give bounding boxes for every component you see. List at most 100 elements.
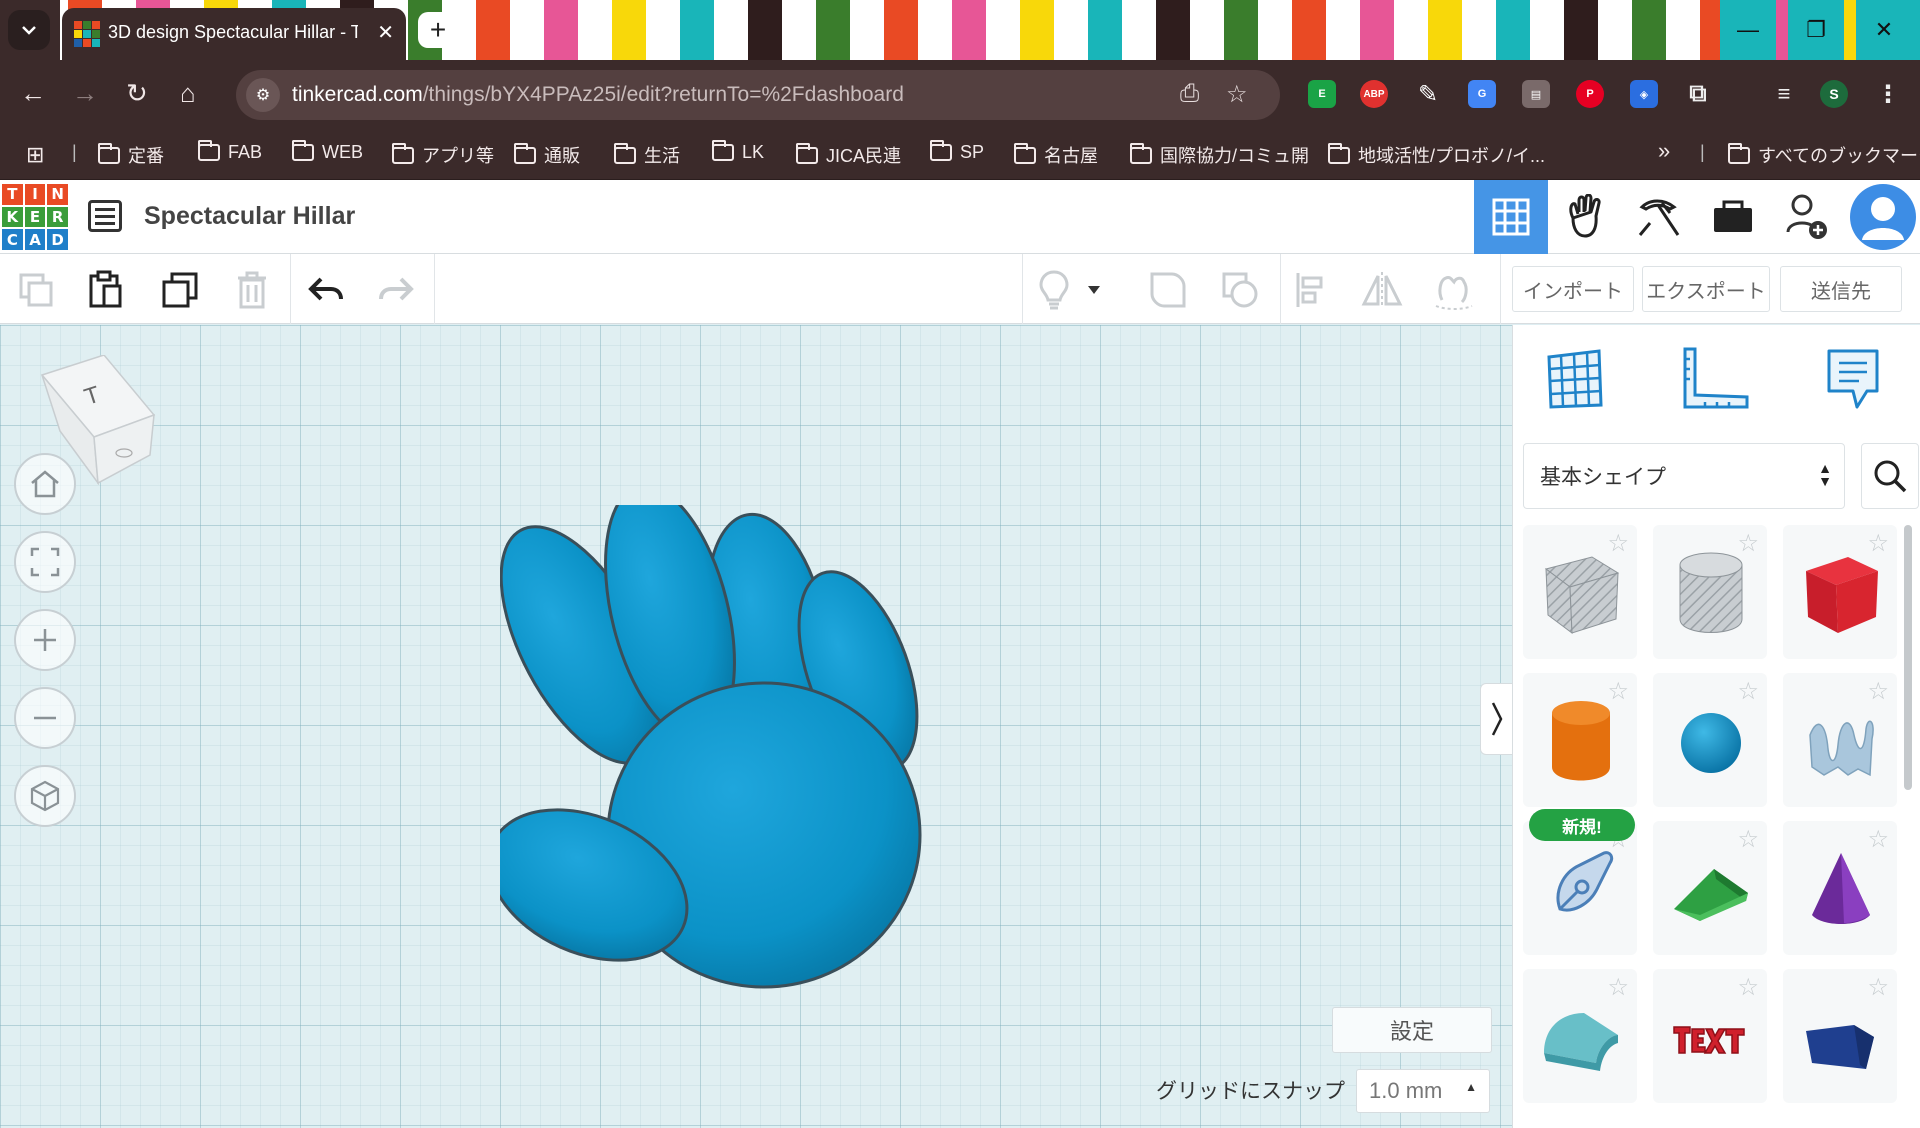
site-info-icon[interactable]: ⚙ [246, 78, 280, 112]
bookmark-folder[interactable]: 名古屋 [1014, 142, 1098, 168]
bookmark-label: LK [742, 142, 765, 162]
zoom-in-button[interactable] [14, 609, 76, 671]
shape-round-roof[interactable]: ☆ [1523, 969, 1637, 1103]
close-window-icon[interactable]: ✕ [1856, 0, 1912, 60]
cruise-button[interactable] [1432, 268, 1476, 312]
shape-roof[interactable]: ☆ [1653, 821, 1767, 955]
reading-list-icon[interactable]: ≡ [1770, 80, 1798, 108]
bookmark-folder[interactable]: LK [712, 140, 765, 163]
collapse-panel-button[interactable] [1480, 683, 1512, 755]
delete-button[interactable] [230, 268, 274, 312]
light-bulb-button[interactable] [1032, 268, 1076, 312]
back-icon[interactable]: ← [20, 78, 46, 108]
extensions-puzzle-icon[interactable]: ⧉ [1684, 80, 1712, 108]
close-tab-icon[interactable]: ✕ [377, 20, 394, 45]
bookmark-folder[interactable]: 国際協力/コミュ開 [1130, 142, 1309, 168]
bookmark-folder[interactable]: JICA民連 [796, 142, 901, 168]
home-icon[interactable]: ⌂ [180, 78, 196, 108]
logo-letter: D [47, 229, 68, 250]
shape-scribble[interactable]: ☆ [1783, 673, 1897, 807]
3d-view-button[interactable] [1474, 180, 1548, 254]
workplane[interactable]: T 設定 グリッドにスナップ 1.0 mm ▲ [0, 325, 1512, 1128]
export-button[interactable]: エクスポート [1642, 266, 1770, 312]
copy-button[interactable] [14, 268, 58, 312]
google-translate-extension-icon[interactable]: G [1468, 80, 1496, 108]
import-button[interactable]: インポート [1512, 266, 1634, 312]
browser-toolbar: ← → ↻ ⌂ ⚙ tinkercad.com/things/bYX4PPAz2… [0, 60, 1920, 128]
bookmark-folder[interactable]: 生活 [614, 142, 680, 168]
paw-3d-model[interactable] [500, 505, 1020, 1025]
shape-cone[interactable]: ☆ [1783, 821, 1897, 955]
paste-button[interactable] [84, 268, 128, 312]
restore-window-icon[interactable]: ❐ [1788, 0, 1844, 60]
minimize-window-icon[interactable]: — [1720, 0, 1776, 60]
profile-avatar[interactable]: S [1820, 80, 1848, 108]
align-button[interactable] [1290, 268, 1334, 312]
shape-search-button[interactable] [1861, 443, 1919, 509]
redo-button[interactable] [374, 268, 418, 312]
tab-search-button[interactable] [8, 10, 50, 50]
shape-box-hole[interactable]: ☆ [1523, 525, 1637, 659]
shape-text[interactable]: ☆ [1653, 969, 1767, 1103]
bookmark-star-icon[interactable]: ☆ [1226, 80, 1248, 109]
design-list-icon[interactable] [88, 200, 122, 232]
group-button[interactable] [1146, 268, 1190, 312]
shape-category-select[interactable]: 基本シェイプ ▲ ▼ [1523, 443, 1845, 509]
all-bookmarks-button[interactable]: すべてのブックマーク [1728, 142, 1920, 168]
printer-extension-icon[interactable]: ▤ [1522, 80, 1550, 108]
adblock-extension-icon[interactable]: ABP [1360, 80, 1388, 108]
snap-grid-select[interactable]: 1.0 mm ▲ [1356, 1069, 1490, 1113]
bookmark-folder[interactable]: SP [930, 140, 984, 163]
folder-icon [292, 140, 314, 161]
tag-extension-icon[interactable]: ◈ [1630, 80, 1658, 108]
bookmark-folder[interactable]: 定番 [98, 142, 164, 168]
ungroup-button[interactable] [1218, 268, 1262, 312]
duplicate-button[interactable] [158, 268, 202, 312]
pinterest-extension-icon[interactable]: P [1576, 80, 1604, 108]
bookmark-folder[interactable]: 通販 [514, 142, 580, 168]
browser-menu-icon[interactable]: ⋮ [1874, 80, 1902, 108]
projection-toggle-button[interactable] [14, 765, 76, 827]
notes-icon[interactable] [1823, 347, 1883, 413]
apps-grid-icon[interactable]: ⊞ [26, 142, 44, 168]
bookmark-folder[interactable]: WEB [292, 140, 363, 163]
bookmark-folder[interactable]: アプリ等 [392, 142, 494, 168]
shape-cylinder-hole[interactable]: ☆ [1653, 525, 1767, 659]
shape-cylinder[interactable]: ☆ [1523, 673, 1637, 807]
send-to-button[interactable]: 送信先 [1780, 266, 1902, 312]
address-bar[interactable]: ⚙ tinkercad.com/things/bYX4PPAz25i/edit?… [236, 70, 1280, 120]
bricks-button[interactable] [1622, 180, 1696, 254]
mirror-button[interactable] [1360, 268, 1404, 312]
sim-lab-button[interactable] [1696, 180, 1770, 254]
shape-box[interactable]: ☆ [1783, 525, 1897, 659]
panel-scrollbar[interactable] [1904, 525, 1912, 790]
toolbar-separator [434, 254, 435, 324]
install-app-icon[interactable]: ⎙ [1180, 80, 1199, 108]
workplane-grid-icon[interactable] [1543, 347, 1607, 411]
bookmarks-overflow-button[interactable]: » [1658, 138, 1670, 164]
settings-button[interactable]: 設定 [1332, 1007, 1492, 1053]
new-tab-button[interactable]: + [418, 12, 458, 48]
bookmark-folder[interactable]: 地域活性/プロボノ/イ... [1328, 142, 1545, 168]
shape-sphere[interactable]: ☆ [1653, 673, 1767, 807]
design-title[interactable]: Spectacular Hillar [144, 202, 355, 231]
ungroup-icon [1222, 272, 1258, 308]
shape-polygon[interactable]: ☆ [1783, 969, 1897, 1103]
shape-generator-new[interactable]: ☆ [1523, 821, 1637, 955]
home-view-button[interactable] [14, 453, 76, 515]
undo-button[interactable] [304, 268, 348, 312]
blocks-button[interactable] [1548, 180, 1622, 254]
forward-icon[interactable]: → [72, 78, 98, 108]
eyedropper-extension-icon[interactable]: ✎ [1414, 80, 1442, 108]
reload-icon[interactable]: ↻ [126, 78, 148, 108]
user-avatar[interactable] [1846, 180, 1920, 254]
invite-user-button[interactable] [1770, 180, 1844, 254]
light-bulb-dropdown[interactable] [1084, 268, 1104, 312]
tinkercad-logo[interactable]: T I N K E R C A D [2, 184, 68, 250]
ruler-icon[interactable] [1681, 347, 1751, 411]
fit-view-button[interactable] [14, 531, 76, 593]
zoom-out-button[interactable] [14, 687, 76, 749]
evernote-extension-icon[interactable]: E [1308, 80, 1336, 108]
bookmark-folder[interactable]: FAB [198, 140, 262, 163]
active-tab[interactable]: 3D design Spectacular Hillar - T ✕ [62, 8, 406, 60]
